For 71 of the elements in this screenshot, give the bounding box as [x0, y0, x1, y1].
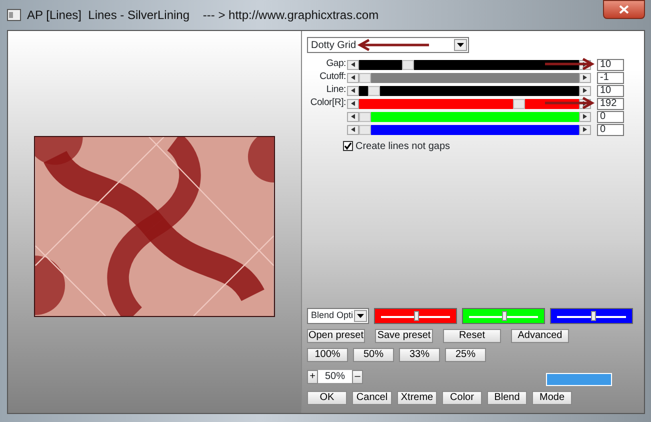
value-field[interactable]: 10 [597, 84, 624, 96]
pattern-dropdown[interactable]: Dotty Grid [307, 37, 469, 53]
value-field[interactable]: 0 [597, 110, 624, 122]
zoom-value: 50% [318, 370, 352, 383]
scroll-right-button[interactable] [579, 72, 591, 82]
slider-label: Color[R]: [309, 96, 347, 110]
close-icon [619, 5, 629, 14]
scroll-right-button[interactable] [579, 124, 591, 134]
preset-button[interactable]: Advanced [511, 329, 569, 343]
dropdown-arrow-icon [457, 43, 464, 47]
preset-button[interactable]: Reset [443, 329, 501, 343]
left-arrow-icon [351, 75, 355, 80]
scroll-left-button[interactable] [347, 86, 359, 96]
scroll-left-button[interactable] [347, 72, 359, 82]
left-arrow-icon [351, 127, 355, 132]
zoom-button[interactable]: 50% [353, 348, 394, 362]
value-field[interactable]: 0 [597, 124, 624, 136]
zoom-button[interactable]: 33% [399, 348, 440, 362]
slider-thumb[interactable] [402, 60, 414, 70]
blend-slider[interactable] [374, 308, 457, 324]
app-icon [7, 9, 21, 21]
zoom-button[interactable]: 25% [445, 348, 486, 362]
blend-slider[interactable] [550, 308, 633, 324]
slider-thumb[interactable] [502, 311, 507, 321]
checkbox[interactable] [343, 141, 353, 151]
right-arrow-icon [583, 75, 587, 80]
dialog-button[interactable]: Mode [532, 391, 572, 405]
slider-thumb[interactable] [513, 98, 526, 108]
annotation-arrow [357, 39, 429, 51]
left-arrow-icon [351, 114, 355, 119]
zoom-button[interactable]: 100% [307, 348, 348, 362]
scroll-left-button[interactable] [347, 60, 359, 70]
slider-thumb[interactable] [414, 311, 419, 321]
check-icon [344, 142, 352, 150]
left-arrow-icon [351, 88, 355, 93]
value-field[interactable]: 10 [597, 58, 624, 70]
dropdown-arrow-icon [357, 314, 364, 318]
scroll-left-button[interactable] [347, 98, 359, 108]
window-title: AP [Lines] Lines - SilverLining --- > http://www.graphicxtras.com [27, 7, 379, 24]
slider-thumb[interactable] [359, 72, 371, 82]
slider-label: Cutoff: [318, 70, 347, 84]
dialog-button[interactable]: Color [442, 391, 482, 405]
slider-label: Line: [325, 83, 347, 98]
dialog-button[interactable]: OK [307, 391, 347, 405]
preset-button[interactable]: Save preset [375, 329, 433, 343]
scroll-left-button[interactable] [347, 124, 359, 134]
slider-thumb[interactable] [359, 112, 371, 122]
blend-slider[interactable] [462, 308, 545, 324]
close-button[interactable] [603, 0, 645, 19]
right-arrow-icon [583, 114, 587, 119]
scroll-right-button[interactable] [579, 112, 591, 122]
dialog-button[interactable]: Blend [487, 391, 527, 405]
value-field[interactable]: 192 [597, 98, 624, 110]
preset-button[interactable]: Open preset [307, 329, 365, 343]
right-arrow-icon [583, 88, 587, 93]
blend-dropdown[interactable]: Blend Opti [307, 308, 369, 324]
dialog-button[interactable]: Xtreme [397, 391, 437, 405]
left-arrow-icon [351, 101, 355, 106]
zoom-in-button[interactable]: + [307, 370, 318, 384]
scroll-right-button[interactable] [579, 86, 591, 96]
value-field[interactable]: -1 [597, 72, 624, 84]
left-arrow-icon [351, 62, 355, 67]
scroll-left-button[interactable] [347, 112, 359, 122]
slider-thumb[interactable] [368, 86, 380, 96]
right-arrow-icon [583, 127, 587, 132]
slider-thumb[interactable] [359, 124, 371, 134]
dialog-button[interactable]: Cancel [352, 391, 392, 405]
checkbox-label: Create lines not gaps [356, 140, 450, 154]
slider-label: Gap: [325, 57, 347, 72]
slider-thumb[interactable] [591, 311, 596, 321]
zoom-out-button[interactable]: – [352, 370, 363, 384]
